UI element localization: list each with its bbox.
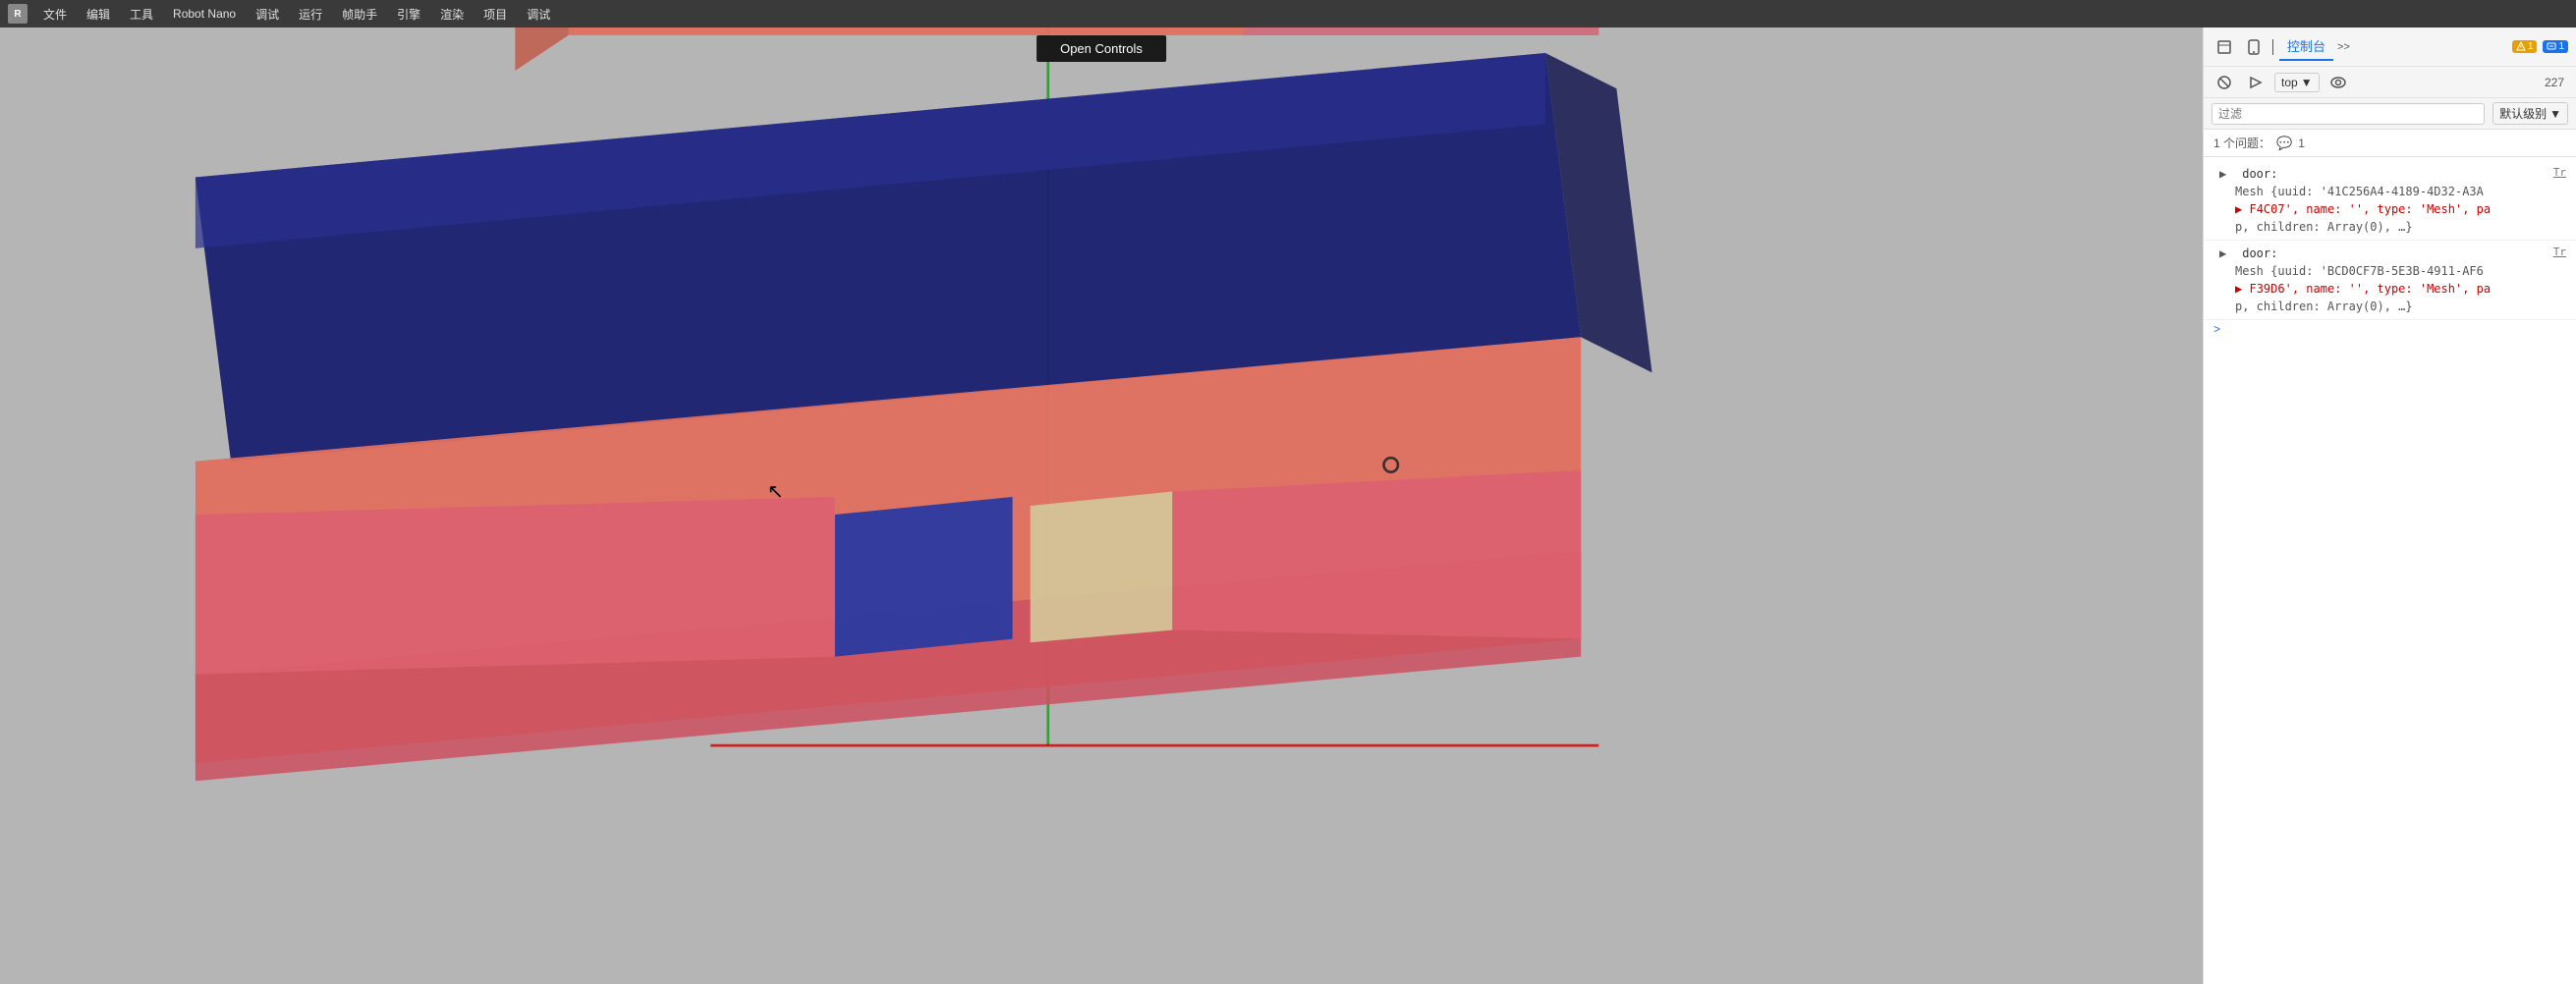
viewport-3d[interactable]: Open Controls xyxy=(0,27,2203,984)
devtools-toolbar2: top ▼ 227 xyxy=(2204,67,2576,98)
tab-more-chevron[interactable]: >> xyxy=(2337,41,2350,53)
filter-input[interactable] xyxy=(2212,103,2485,125)
issue-count: 1 xyxy=(2298,137,2305,150)
main-area: Open Controls xyxy=(0,27,2576,984)
eye-icon-btn[interactable] xyxy=(2325,70,2351,95)
devtools-toolbar: 控制台 >> 1 1 xyxy=(2204,27,2576,67)
warning-badge: 1 xyxy=(2512,40,2538,53)
issue-chat-icon: 💬 xyxy=(2276,136,2292,151)
menu-debug2[interactable]: 调试 xyxy=(519,4,558,25)
open-controls-button[interactable]: Open Controls xyxy=(1036,35,1166,62)
tab-console[interactable]: 控制台 xyxy=(2279,32,2333,61)
menu-debug[interactable]: 调试 xyxy=(248,4,287,25)
scene-svg xyxy=(0,27,2203,984)
entry-line2-1: ▶ F4C07', name: '', type: 'Mesh', pa xyxy=(2235,202,2491,216)
entry-line1-2: Mesh {uuid: 'BCD0CF7B-5E3B-4911-AF6 xyxy=(2235,264,2484,278)
block-icon-btn[interactable] xyxy=(2212,70,2237,95)
issue-count-label: 1 个问题： xyxy=(2213,135,2270,151)
right-number: 227 xyxy=(2545,76,2568,89)
message-badge: 1 xyxy=(2543,40,2568,53)
menu-engine[interactable]: 引擎 xyxy=(389,4,428,25)
device-icon-btn[interactable] xyxy=(2241,34,2267,60)
menu-render[interactable]: 渲染 xyxy=(432,4,472,25)
expand-arrow-2[interactable]: ▶ xyxy=(2219,245,2231,262)
play-icon-btn[interactable] xyxy=(2243,70,2268,95)
entry-line2-2: ▶ F39D6', name: '', type: 'Mesh', pa xyxy=(2235,282,2491,296)
toolbar-divider xyxy=(2272,39,2273,55)
entry-line3-2: p, children: Array(0), …} xyxy=(2235,300,2413,313)
top-dropdown-btn[interactable]: top ▼ xyxy=(2274,73,2320,92)
devtools-filter-bar: 默认级别 ▼ xyxy=(2204,98,2576,130)
menu-bar: R 文件 编辑 工具 Robot Nano 调试 运行 帧助手 引擎 渲染 项目… xyxy=(0,0,2576,27)
console-entry-1: ▶ door: Tr Mesh {uuid: '41C256A4-4189-4D… xyxy=(2204,161,2576,241)
entry-line1-1: Mesh {uuid: '41C256A4-4189-4D32-A3A xyxy=(2235,185,2484,198)
menu-robot[interactable]: Robot Nano xyxy=(165,5,244,23)
entry-line3-1: p, children: Array(0), …} xyxy=(2235,220,2413,234)
menu-tools[interactable]: 工具 xyxy=(122,4,161,25)
console-entry-2: ▶ door: Tr Mesh {uuid: 'BCD0CF7B-5E3B-49… xyxy=(2204,241,2576,320)
entry-label-1: door: xyxy=(2242,167,2277,181)
level-dropdown-btn[interactable]: 默认级别 ▼ xyxy=(2492,102,2568,125)
menu-run[interactable]: 运行 xyxy=(291,4,330,25)
tr-link-2[interactable]: Tr xyxy=(2553,245,2566,261)
menu-file[interactable]: 文件 xyxy=(35,4,75,25)
menu-project[interactable]: 项目 xyxy=(476,4,515,25)
chevron-down-icon: ▼ xyxy=(2301,76,2313,89)
expand-arrow-1[interactable]: ▶ xyxy=(2219,165,2231,183)
menu-frame[interactable]: 帧助手 xyxy=(334,4,385,25)
expand-more-btn[interactable]: > xyxy=(2204,320,2576,338)
tr-link-1[interactable]: Tr xyxy=(2553,165,2566,182)
devtools-panel: 控制台 >> 1 1 xyxy=(2203,27,2576,984)
menu-edit[interactable]: 编辑 xyxy=(79,4,118,25)
issue-bar: 1 个问题： 💬 1 xyxy=(2204,130,2576,157)
app-logo: R xyxy=(8,4,28,24)
console-content[interactable]: ▶ door: Tr Mesh {uuid: '41C256A4-4189-4D… xyxy=(2204,157,2576,984)
inspector-icon-btn[interactable] xyxy=(2212,34,2237,60)
level-chevron-icon: ▼ xyxy=(2549,107,2561,121)
entry-label-2: door: xyxy=(2242,246,2277,260)
